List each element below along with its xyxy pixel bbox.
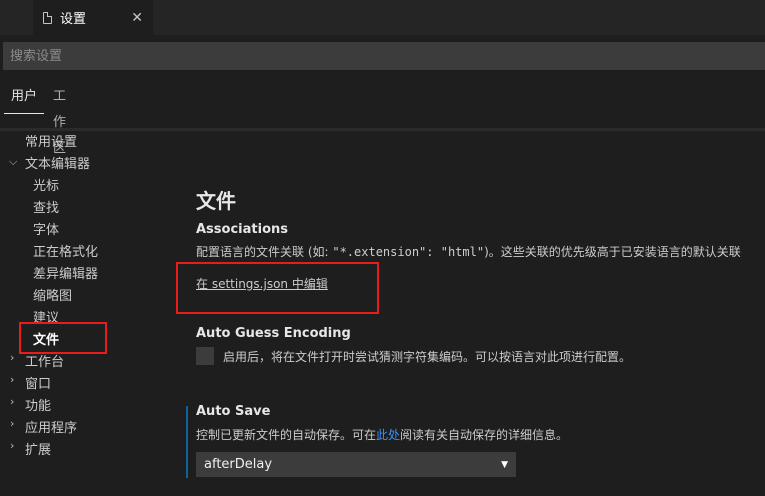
- settings-editor-tab[interactable]: 设置 ✕: [33, 0, 153, 35]
- toc-item-find[interactable]: 查找: [33, 197, 59, 216]
- chevron-right-icon[interactable]: ›: [10, 417, 14, 430]
- toc-item-minimap[interactable]: 缩略图: [33, 285, 72, 304]
- file-icon: [43, 11, 52, 24]
- header-divider: [0, 128, 765, 131]
- search-settings-box: [3, 42, 765, 70]
- auto-save-value: afterDelay: [204, 457, 273, 472]
- setting-desc-auto-guess-encoding: 启用后，将在文件打开时尝试猜测字符集编码。可以按语言对此项进行配置。: [223, 350, 632, 364]
- edit-in-settings-json-link[interactable]: 在 settings.json 中编辑: [196, 275, 328, 292]
- annotation-highlight-toc: [19, 322, 107, 354]
- toc-item-extensions[interactable]: 扩展: [25, 439, 51, 458]
- toc-item-features[interactable]: 功能: [25, 395, 51, 414]
- editor-tab-bar: 设置 ✕: [0, 0, 765, 35]
- toc-item-diff-editor[interactable]: 差异编辑器: [33, 263, 98, 282]
- toc-item-font[interactable]: 字体: [33, 219, 59, 238]
- tab-user[interactable]: 用户: [4, 84, 44, 114]
- tab-workspace[interactable]: 工作区: [53, 84, 66, 156]
- toc-item-window[interactable]: 窗口: [25, 373, 51, 392]
- setting-title-auto-guess-encoding: Auto Guess Encoding: [196, 326, 351, 341]
- toc-item-text-editor[interactable]: 文本编辑器: [25, 153, 90, 172]
- setting-desc-auto-save: 控制已更新文件的自动保存。可在此处阅读有关自动保存的详细信息。: [196, 428, 569, 442]
- chevron-down-icon: ▼: [501, 459, 508, 470]
- setting-title-auto-save: Auto Save: [196, 404, 271, 419]
- auto-save-docs-link[interactable]: 此处: [376, 428, 400, 442]
- chevron-right-icon[interactable]: ›: [10, 439, 14, 452]
- search-input[interactable]: [4, 43, 764, 69]
- tab-label: 设置: [60, 12, 87, 27]
- toc-item-application[interactable]: 应用程序: [25, 417, 77, 436]
- chevron-right-icon[interactable]: ›: [10, 395, 14, 408]
- chevron-right-icon[interactable]: ›: [10, 373, 14, 386]
- section-title: 文件: [196, 189, 236, 213]
- toc-item-formatting[interactable]: 正在格式化: [33, 241, 98, 260]
- toc-item-cursor[interactable]: 光标: [33, 175, 59, 194]
- close-icon[interactable]: ✕: [131, 10, 143, 26]
- auto-guess-encoding-checkbox[interactable]: [196, 347, 214, 365]
- auto-save-select[interactable]: afterDelay ▼: [196, 452, 516, 477]
- focused-setting-indicator: [186, 406, 188, 478]
- setting-title-associations: Associations: [196, 222, 288, 237]
- toc-item-common[interactable]: 常用设置: [25, 131, 77, 150]
- setting-desc-associations: 配置语言的文件关联 (如: "*.extension": "html")。这些关…: [196, 245, 741, 259]
- chevron-right-icon[interactable]: ›: [10, 351, 14, 364]
- chevron-down-icon[interactable]: ⌵: [9, 155, 17, 169]
